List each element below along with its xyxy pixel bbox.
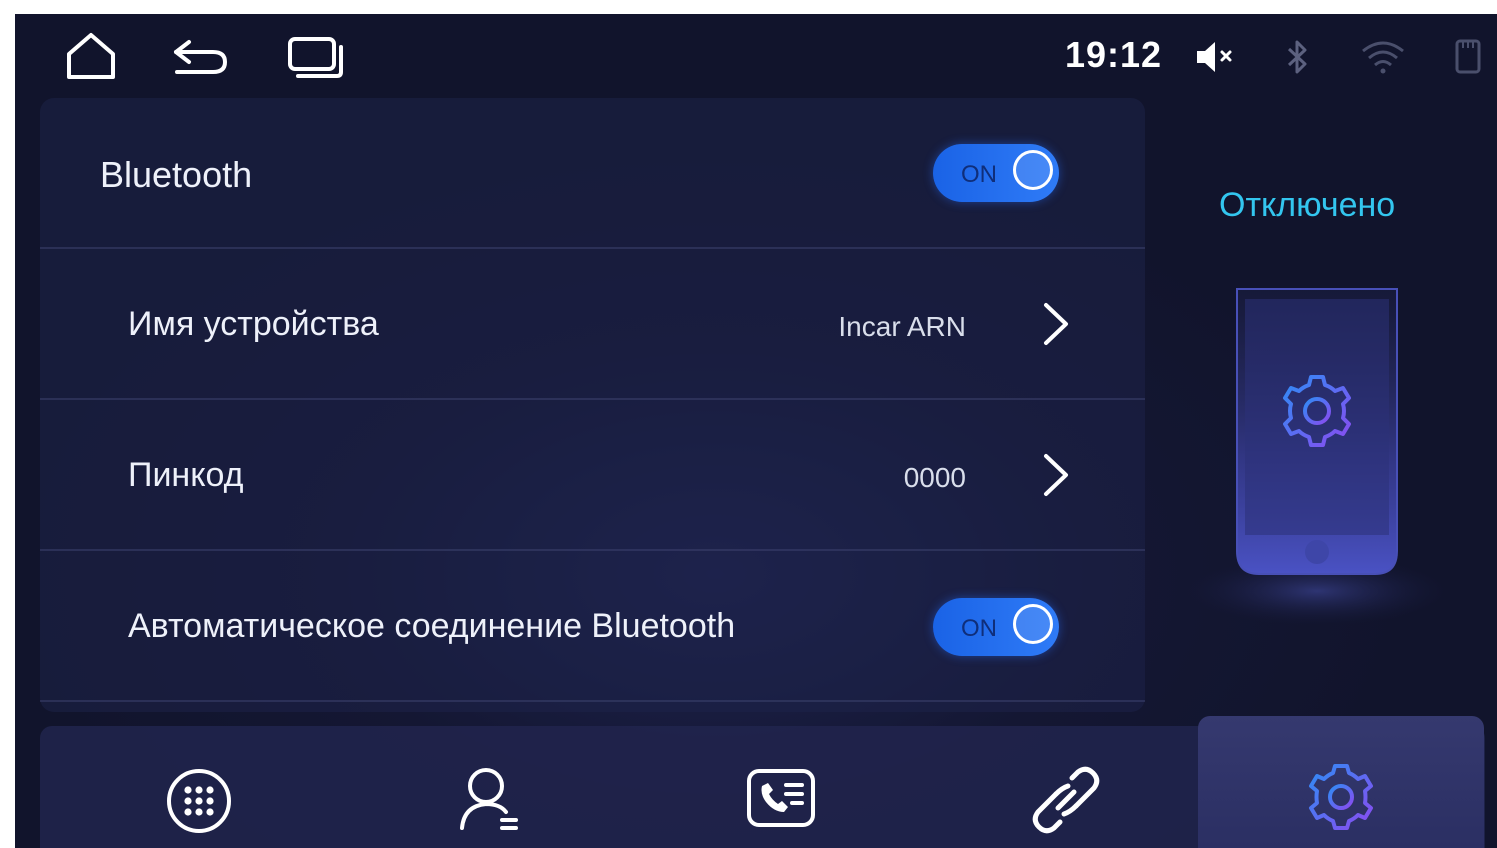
gear-icon [1307, 763, 1375, 836]
device-name-value: Incar ARN [838, 311, 966, 342]
nav-pairing[interactable] [1000, 726, 1155, 848]
chevron-right-icon [1042, 301, 1070, 347]
settings-list: Bluetooth ON Имя устройства Incar ARN Пи… [40, 98, 1145, 712]
connection-status: Отключено [1219, 186, 1396, 224]
auto-connect-toggle-text: ON [961, 615, 997, 642]
device-name-row[interactable]: Имя устройства Incar ARN [40, 249, 1145, 400]
wifi-icon [1360, 40, 1406, 79]
bluetooth-row: Bluetooth ON [40, 98, 1145, 249]
back-icon[interactable] [171, 38, 229, 83]
recent-apps-icon[interactable] [287, 36, 345, 85]
phone-illustration [1175, 269, 1475, 629]
home-icon[interactable] [65, 32, 117, 85]
device-name-label: Имя устройства [128, 305, 379, 343]
nav-call-log[interactable] [710, 726, 865, 848]
pin-label: Пинкод [128, 456, 244, 494]
sd-card-icon [1455, 38, 1481, 79]
chevron-right-icon [1042, 452, 1070, 498]
auto-connect-row: Автоматическое соединение Bluetooth ON [40, 551, 1145, 702]
toggle-knob [1013, 150, 1053, 190]
nav-dialpad[interactable] [130, 726, 285, 848]
contacts-icon [458, 766, 524, 837]
dialpad-icon [166, 768, 232, 839]
bluetooth-toggle-text: ON [961, 161, 997, 188]
bluetooth-toggle[interactable]: ON [933, 144, 1059, 202]
link-icon [1032, 766, 1100, 839]
bluetooth-label: Bluetooth [100, 154, 253, 195]
bluetooth-icon [1285, 38, 1311, 81]
toggle-knob [1013, 604, 1053, 644]
volume-muted-icon [1195, 40, 1237, 79]
auto-connect-label: Автоматическое соединение Bluetooth [128, 607, 736, 645]
status-bar: 19:12 [15, 14, 1497, 98]
auto-connect-toggle[interactable]: ON [933, 598, 1059, 656]
pin-value: 0000 [903, 462, 966, 493]
nav-settings[interactable] [1198, 716, 1484, 848]
nav-contacts[interactable] [420, 726, 575, 848]
pin-row[interactable]: Пинкод 0000 [40, 400, 1145, 551]
bluetooth-settings-screen: 19:12 Bluetooth ON Имя устройства Incar [15, 14, 1497, 848]
call-log-icon [746, 768, 816, 835]
clock: 19:12 [1065, 34, 1163, 75]
divider [40, 700, 1145, 702]
